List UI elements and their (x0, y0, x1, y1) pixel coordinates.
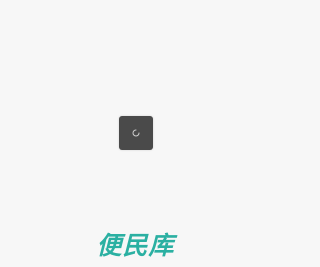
loading-indicator (119, 116, 153, 150)
brand-name: 便民库 (96, 230, 175, 260)
brand-logo: 便民库 (0, 227, 271, 263)
splash-screen: 便民库 (0, 0, 271, 267)
loading-spinner-icon (132, 129, 140, 137)
